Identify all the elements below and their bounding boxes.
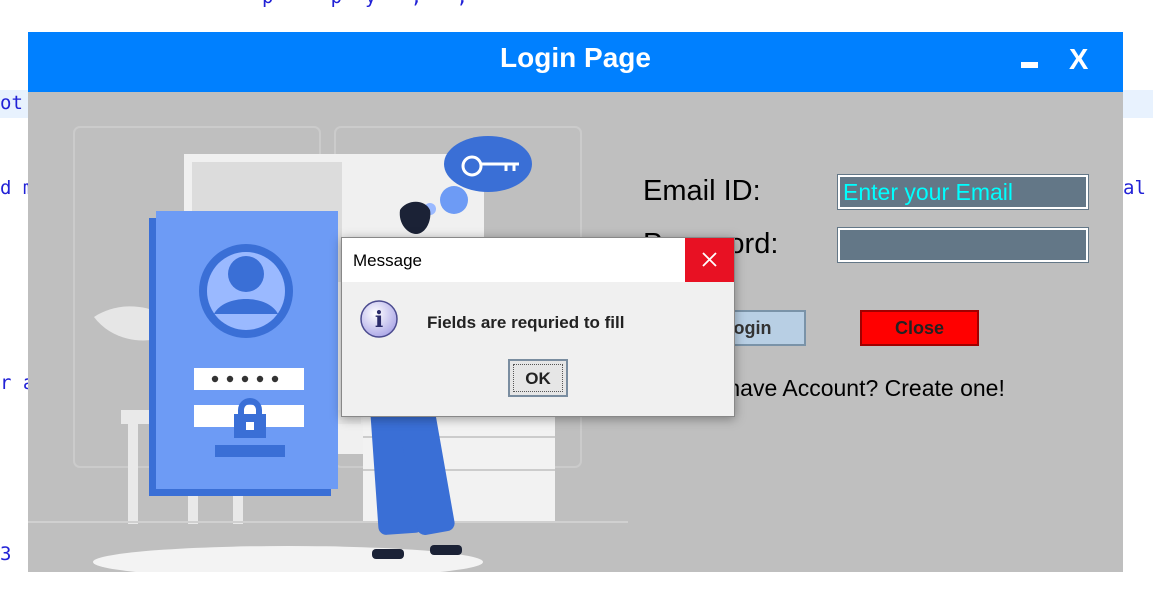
svg-text:i: i [375,307,383,333]
email-label: Email ID: [643,175,761,207]
close-window-button[interactable]: X [1069,44,1088,77]
close-button[interactable]: Close [860,310,979,346]
message-dialog: Message i Fields are requried to fill OK [341,237,735,417]
password-input[interactable] [840,230,1086,260]
dialog-title: Message [353,251,422,270]
code-line: 3 [0,543,12,565]
ok-button[interactable]: OK [508,359,568,397]
ok-button-label: OK [525,369,551,388]
close-icon [702,252,717,267]
password-field[interactable] [838,228,1088,262]
email-input[interactable] [840,177,1086,207]
dialog-message: Fields are requried to fill [427,313,625,332]
code-line: p p y , ; [262,0,468,8]
email-field[interactable] [838,175,1088,209]
code-line: ot [0,92,23,114]
info-icon: i [358,298,400,345]
minimize-icon[interactable] [1021,62,1038,68]
dialog-close-button[interactable] [685,238,734,282]
page-title: Login Page [500,42,651,73]
titlebar: Login Page X [28,32,1123,92]
dialog-titlebar: Message [342,238,734,282]
code-line: al [1123,177,1146,199]
